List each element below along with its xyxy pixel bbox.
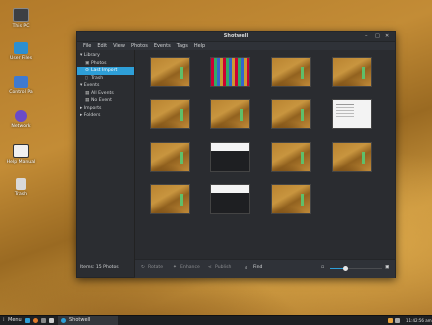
bottom-toolbar: ↻ Rotate ✦ Enhance ⋖ Publish ⌕ Find ▫ ▣	[135, 259, 395, 278]
sidebar-item-all-events[interactable]: ▦ All Events	[77, 90, 134, 98]
window-title: Shotwell	[223, 33, 249, 39]
desktop-icon-label: Network	[11, 124, 31, 129]
desktop-icon-this-pc[interactable]: This PC	[3, 8, 39, 29]
photo-thumbnail[interactable]	[272, 100, 310, 128]
photo-thumbnail[interactable]	[333, 100, 371, 128]
sidebar-label: All Events	[91, 90, 114, 96]
items-count: Items: 15 Photos	[80, 265, 119, 270]
sidebar-label: No Event	[91, 98, 112, 103]
menu-events[interactable]: Events	[151, 42, 174, 50]
desktop-icon-label: This PC	[12, 24, 30, 29]
sidebar: ▾ Library ▣ Photos ⊙ Last Import ▯ Trash ▾ …	[77, 50, 135, 277]
network-tray-icon[interactable]	[395, 318, 400, 323]
desktop-icon-network[interactable]: Network	[3, 110, 39, 129]
files-launcher-icon[interactable]	[25, 318, 30, 323]
menu-start-icon: ⁞	[3, 317, 5, 323]
maximize-button[interactable]: □	[375, 33, 380, 39]
photo-thumbnail[interactable]	[211, 185, 249, 213]
events-icon: ▦	[85, 90, 90, 96]
photo-thumbnail[interactable]	[211, 143, 249, 171]
sidebar-label: Events	[83, 83, 100, 88]
photo-thumbnail[interactable]	[272, 143, 310, 171]
shotwell-window: Shotwell – □ ✕ File Edit View Photos Eve…	[76, 31, 396, 278]
sidebar-label: Photos	[91, 60, 107, 66]
sidebar-section-library[interactable]: ▾ Library	[77, 52, 134, 60]
trash-icon: ▯	[85, 75, 88, 81]
menu-view[interactable]: View	[110, 42, 128, 50]
photo-thumbnail[interactable]	[333, 143, 371, 171]
close-button[interactable]: ✕	[385, 33, 389, 39]
trash-icon	[16, 178, 26, 190]
sidebar-item-photos[interactable]: ▣ Photos	[77, 60, 134, 68]
image-launcher-icon[interactable]	[49, 318, 54, 323]
desktop-icon-help-manual[interactable]: Help Manual	[3, 144, 39, 165]
sidebar-label: Folders	[83, 113, 101, 118]
photo-thumbnail[interactable]	[151, 143, 189, 171]
photos-icon: ▣	[85, 60, 90, 66]
zoom-in-icon[interactable]: ▣	[385, 265, 389, 270]
import-icon: ⊙	[85, 68, 89, 73]
find-button[interactable]: Find	[253, 265, 262, 270]
publish-icon: ⋖	[208, 265, 212, 270]
desktop-icon-user-files[interactable]: User Files	[3, 42, 39, 61]
photo-thumbnail[interactable]	[211, 58, 249, 86]
no-event-icon: ▦	[85, 98, 90, 103]
book-icon	[13, 144, 29, 158]
update-tray-icon[interactable]	[388, 318, 393, 323]
minimize-button[interactable]: –	[365, 33, 368, 39]
title-bar[interactable]: Shotwell – □ ✕	[77, 32, 395, 42]
zoom-slider-knob[interactable]	[343, 266, 349, 271]
sidebar-label: Library	[83, 53, 100, 58]
publish-button[interactable]: Publish	[215, 265, 231, 270]
desktop-icon-label: User Files	[9, 56, 32, 61]
menu-photos[interactable]: Photos	[128, 42, 151, 50]
zoom-out-icon[interactable]: ▫	[321, 265, 324, 270]
zoom-slider[interactable]	[330, 266, 382, 271]
items-value: 15 Photos	[95, 265, 119, 270]
enhance-button[interactable]: Enhance	[180, 265, 200, 270]
sidebar-section-events[interactable]: ▾ Events	[77, 82, 134, 90]
menu-edit[interactable]: Edit	[94, 42, 110, 50]
sidebar-item-no-event[interactable]: ▦ No Event	[77, 97, 134, 105]
clock[interactable]: 11:42:56 am	[406, 318, 432, 323]
taskbar-app-label: Shotwell	[69, 317, 91, 323]
folder-home-icon	[14, 42, 28, 54]
sidebar-section-imports[interactable]: ▸ Imports	[77, 105, 134, 113]
desktop-icon-label: Trash	[14, 192, 28, 197]
sidebar-label: Trash	[91, 75, 104, 81]
desktop-icon-label: Control Pa	[9, 90, 33, 95]
photo-thumbnail[interactable]	[272, 185, 310, 213]
sidebar-label: Imports	[83, 105, 102, 111]
sidebar-label: Last Import	[91, 68, 118, 73]
photo-thumbnail[interactable]	[211, 100, 249, 128]
desktop-icon-trash[interactable]: Trash	[3, 178, 39, 197]
desktop-icon-label: Help Manual	[6, 160, 36, 165]
sidebar-section-folders[interactable]: ▸ Folders	[77, 112, 134, 120]
rotate-icon: ↻	[141, 265, 145, 270]
photo-thumbnail[interactable]	[151, 58, 189, 86]
menu-file[interactable]: File	[80, 42, 94, 50]
photo-thumbnail[interactable]	[272, 58, 310, 86]
terminal-launcher-icon[interactable]	[41, 318, 46, 323]
desktop-icon-control-panel[interactable]: Control Pa	[3, 76, 39, 95]
rotate-button[interactable]: Rotate	[148, 265, 163, 270]
photo-thumbnail[interactable]	[333, 58, 371, 86]
items-label: Items:	[80, 265, 95, 270]
start-menu-button[interactable]: Menu	[8, 317, 22, 323]
photo-thumbnail[interactable]	[151, 185, 189, 213]
control-panel-icon	[14, 76, 28, 88]
menu-help[interactable]: Help	[191, 42, 208, 50]
search-icon: ⌕	[245, 266, 248, 271]
network-globe-icon	[15, 110, 27, 122]
shotwell-icon	[61, 318, 66, 323]
photo-grid	[135, 50, 395, 259]
menu-bar: File Edit View Photos Events Tags Help	[77, 42, 395, 50]
photo-thumbnail[interactable]	[151, 100, 189, 128]
menu-tags[interactable]: Tags	[174, 42, 191, 50]
enhance-icon: ✦	[173, 265, 177, 270]
sidebar-item-last-import[interactable]: ⊙ Last Import	[77, 67, 134, 75]
sidebar-item-trash[interactable]: ▯ Trash	[77, 75, 134, 83]
computer-icon	[13, 8, 29, 22]
firefox-launcher-icon[interactable]	[33, 318, 38, 323]
